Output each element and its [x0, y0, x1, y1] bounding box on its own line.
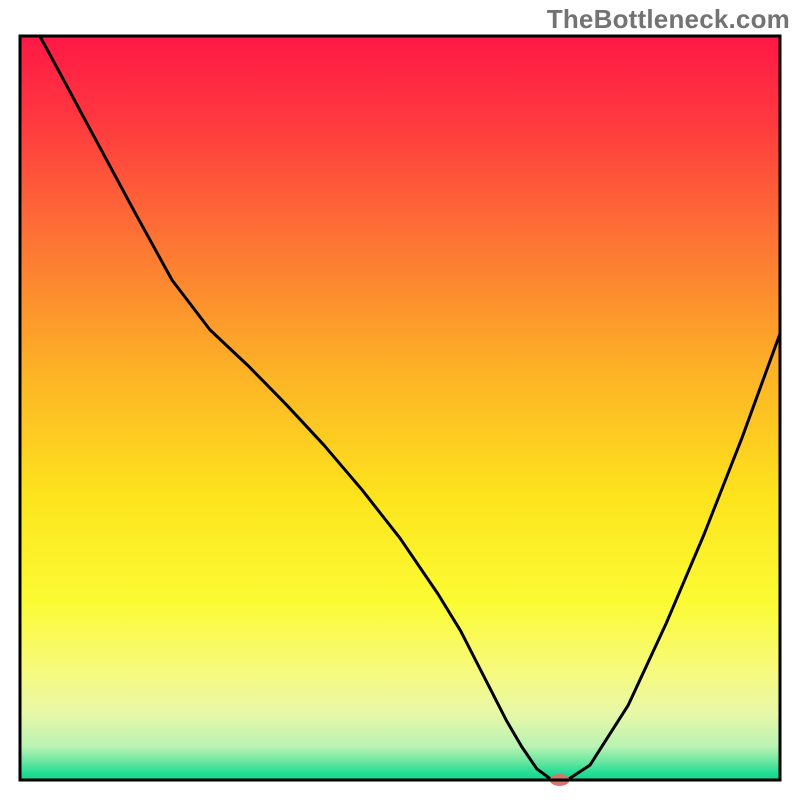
chart-background — [20, 36, 780, 780]
chart-container: TheBottleneck.com — [0, 0, 800, 800]
watermark-text: TheBottleneck.com — [547, 4, 790, 35]
bottleneck-chart — [0, 0, 800, 800]
